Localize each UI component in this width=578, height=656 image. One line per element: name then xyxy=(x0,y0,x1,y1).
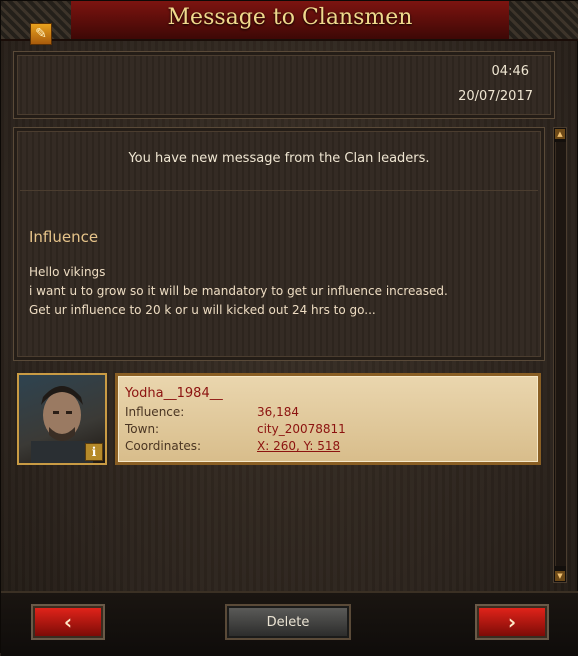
scroll-up-icon[interactable]: ▲ xyxy=(555,129,565,139)
message-time: 04:46 xyxy=(491,64,529,79)
message-header-panel xyxy=(13,51,555,119)
delete-button[interactable]: Delete xyxy=(227,606,349,638)
scrollbar[interactable]: ▲ ▼ xyxy=(553,127,567,583)
message-notice: You have new message from the Clan leade… xyxy=(128,151,430,166)
scroll-down-icon[interactable]: ▼ xyxy=(555,571,565,581)
scroll-quill-icon: ✎ xyxy=(30,23,52,45)
message-body-line: i want u to grow so it will be mandatory… xyxy=(29,284,448,298)
sender-card: Yodha__1984__ Influence: 36,184 Town: ci… xyxy=(115,373,541,465)
title-bar: Message to Clansmen X xyxy=(1,1,578,41)
sender-avatar[interactable]: i xyxy=(17,373,107,465)
influence-value: 36,184 xyxy=(257,405,299,419)
message-subject: Influence xyxy=(29,228,99,246)
previous-button[interactable]: ‹ xyxy=(33,606,103,638)
window-title: Message to Clansmen xyxy=(167,5,413,30)
coordinates-link[interactable]: X: 260, Y: 518 xyxy=(257,439,340,453)
message-body-line: Hello vikings xyxy=(29,265,106,279)
sender-name[interactable]: Yodha__1984__ xyxy=(125,386,223,401)
message-body-line: Get ur influence to 20 k or u will kicke… xyxy=(29,303,376,317)
next-button[interactable]: › xyxy=(477,606,547,638)
scroll-track[interactable] xyxy=(555,142,566,566)
coordinates-label: Coordinates: xyxy=(125,439,202,453)
close-icon: X xyxy=(553,11,565,27)
town-value: city_20078811 xyxy=(257,422,346,436)
influence-label: Influence: xyxy=(125,405,185,419)
message-date: 20/07/2017 xyxy=(458,89,533,104)
message-window: Message to Clansmen X ✎ 04:46 20/07/2017… xyxy=(0,0,578,656)
info-icon[interactable]: i xyxy=(85,443,103,461)
town-label: Town: xyxy=(125,422,160,436)
close-button[interactable]: X xyxy=(547,7,571,31)
chevron-right-icon: › xyxy=(507,610,517,634)
divider xyxy=(20,190,538,191)
chevron-left-icon: ‹ xyxy=(63,610,73,634)
